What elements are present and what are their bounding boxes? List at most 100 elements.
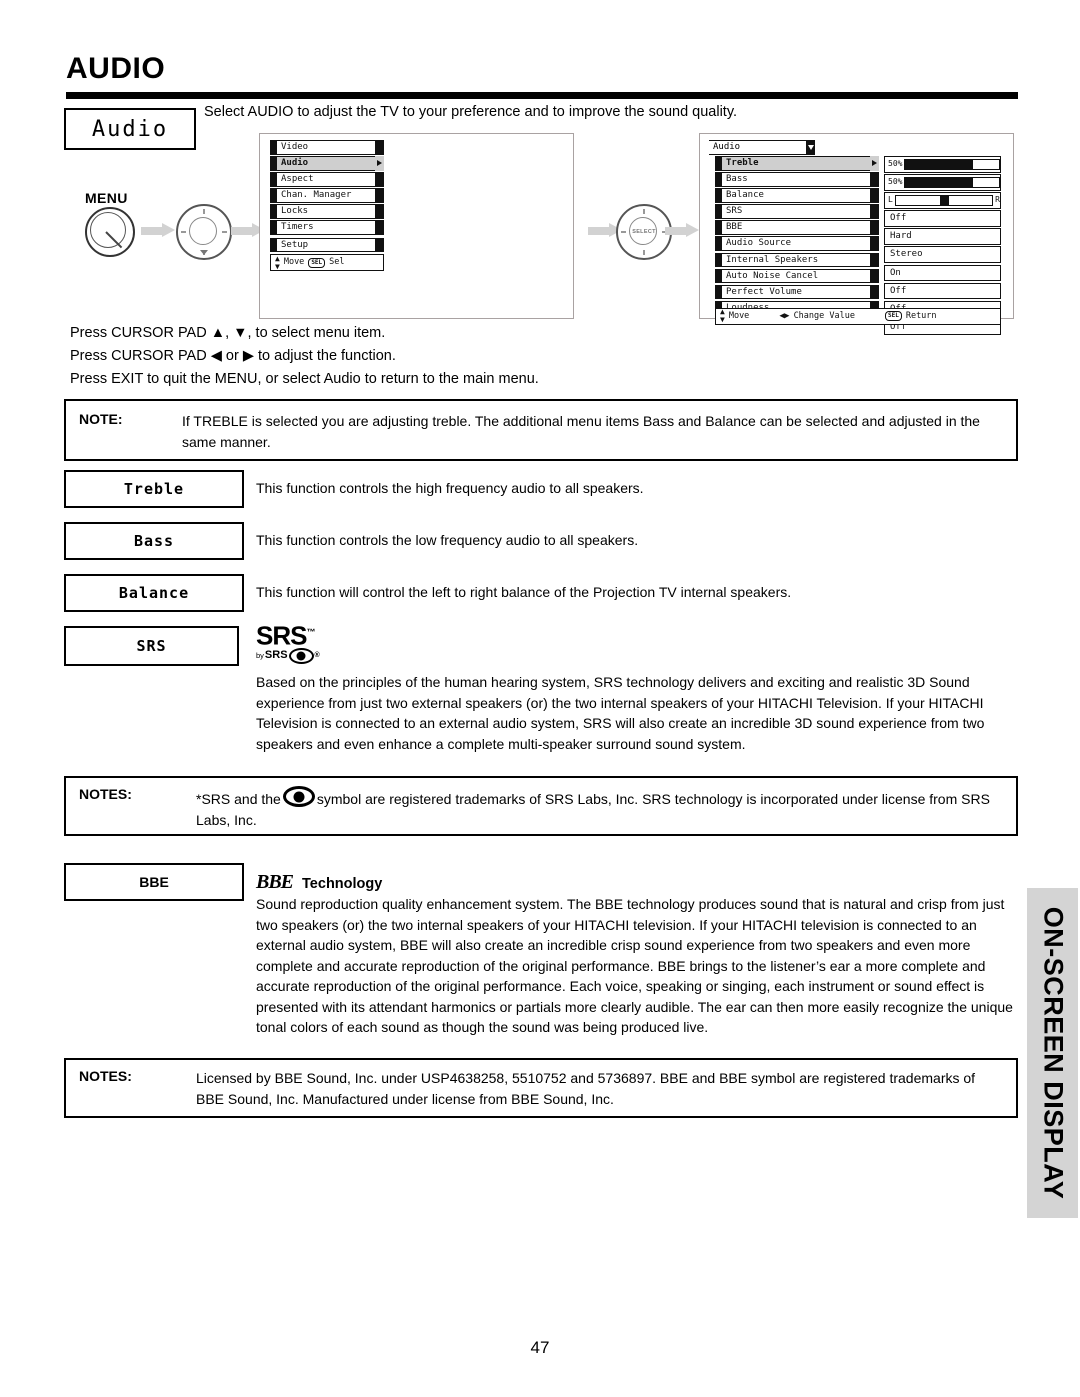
value-internal-speakers[interactable]: On (884, 264, 1001, 282)
audio-row-treble[interactable]: Treble (715, 156, 879, 171)
menu-item-label: Locks (277, 204, 375, 219)
value-bass-percent: 50% (888, 177, 903, 187)
value-treble[interactable]: 50% (884, 156, 1001, 173)
feature-box-label: BBE (139, 874, 169, 890)
menu-item-label: Video (277, 140, 375, 155)
manual-page: AUDIO Audio Select AUDIO to adjust the T… (0, 0, 1080, 1397)
feature-box-bbe: BBE (64, 863, 244, 901)
value-bbe[interactable]: Hard (884, 228, 1001, 245)
select-label: SELECT (632, 229, 656, 235)
note-text-part1: *SRS and the (196, 791, 281, 807)
updown-icon: ▲ ▼ (275, 253, 280, 271)
instructions-block: Press CURSOR PAD ▲, ▼, to select menu it… (70, 322, 539, 391)
srs-logo-sub: by SRS ® (256, 647, 346, 664)
audio-row-bass[interactable]: Bass (715, 172, 879, 187)
audio-tag-label: Audio (91, 116, 169, 142)
chevron-right-icon (375, 156, 384, 171)
menu-item-label: Audio (277, 156, 375, 171)
menu-item-aspect[interactable]: Aspect (270, 172, 384, 187)
srs-logo-sup: ® (314, 652, 320, 660)
menu-knob-inner (90, 212, 126, 248)
audio-row-perfect-volume[interactable]: Perfect Volume (715, 284, 879, 300)
audio-menu-rows: Treble Bass Balance SRS BBE Audio Source… (715, 156, 879, 317)
balance-right-label: R (995, 195, 1000, 205)
audio-menu-header[interactable]: Audio (709, 140, 815, 155)
chevron-right-icon (870, 156, 879, 171)
audio-row-label: Auto Noise Cancel (722, 268, 870, 284)
audio-row-audio-source[interactable]: Audio Source (715, 236, 879, 251)
menu-item-timers[interactable]: Timers (270, 220, 384, 235)
sel-chip: SEL (308, 257, 326, 268)
note-box-bbe: NOTES: Licensed by BBE Sound, Inc. under… (64, 1058, 1018, 1118)
bbe-logo: BBE (256, 871, 294, 893)
balance-left-label: L (888, 195, 893, 205)
value-bass[interactable]: 50% (884, 174, 1001, 191)
menu-item-chan-manager[interactable]: Chan. Manager (270, 188, 384, 203)
menu-item-setup[interactable]: Setup (270, 237, 384, 253)
feature-box-srs: SRS (64, 626, 239, 666)
feature-box-bass: Bass (64, 522, 244, 560)
audio-tag-box: Audio (64, 108, 196, 150)
flow-arrow-1 (141, 223, 177, 237)
side-tab-label: ON-SCREEN DISPLAY (1038, 906, 1068, 1200)
menu-item-audio[interactable]: Audio (270, 156, 384, 171)
note-text-part2: symbol are registered trademarks of SRS … (196, 791, 990, 828)
audio-row-bbe[interactable]: BBE (715, 220, 879, 235)
page-title: AUDIO (66, 52, 166, 85)
audio-row-internal-speakers[interactable]: Internal Speakers (715, 252, 879, 268)
audio-row-label: SRS (722, 204, 870, 219)
updown-icon: ▲ ▼ (720, 307, 725, 325)
feature-box-treble: Treble (64, 470, 244, 508)
feature-desc-treble: This function controls the high frequenc… (256, 480, 644, 496)
srs-circle-icon (288, 647, 314, 664)
treble-meter[interactable] (904, 158, 1000, 170)
note-text: Licensed by BBE Sound, Inc. under USP463… (196, 1070, 976, 1107)
feature-box-label: SRS (136, 637, 167, 655)
menu-knob-icon (85, 207, 135, 257)
footer-change-label: Change Value (793, 310, 855, 321)
audio-row-label: Balance (722, 188, 870, 203)
value-audio-source[interactable]: Stereo (884, 246, 1001, 263)
value-srs[interactable]: Off (884, 210, 1001, 227)
balance-meter[interactable] (894, 194, 994, 206)
chevron-down-icon (806, 140, 815, 155)
audio-row-auto-noise-cancel[interactable]: Auto Noise Cancel (715, 268, 879, 284)
instruction-line-1: Press CURSOR PAD ▲, ▼, to select menu it… (70, 325, 386, 341)
bbe-heading: Technology (302, 876, 383, 892)
srs-logo-main: SRS™ (256, 620, 315, 651)
audio-row-srs[interactable]: SRS (715, 204, 879, 219)
menu-item-video[interactable]: Video (270, 140, 384, 155)
intro-text: Select AUDIO to adjust the TV to your pr… (204, 104, 738, 120)
bass-meter[interactable] (904, 176, 1000, 188)
audio-row-label: Bass (722, 172, 870, 187)
value-auto-noise-cancel[interactable]: Off (884, 282, 1001, 300)
audio-row-label: BBE (722, 220, 870, 235)
menu-button-label: MENU (85, 190, 128, 206)
footer-sel-label: Sel (329, 257, 345, 268)
note-text: If TREBLE is selected you are adjusting … (182, 413, 980, 450)
audio-row-balance[interactable]: Balance (715, 188, 879, 203)
srs-logo-subtext: SRS (264, 649, 288, 662)
note-box-treble: NOTE: If TREBLE is selected you are adju… (64, 399, 1018, 461)
audio-row-label: Internal Speakers (722, 252, 870, 268)
note-label: NOTE: (79, 411, 123, 427)
value-balance[interactable]: L R (884, 192, 1001, 209)
note-label: NOTES: (79, 1068, 132, 1084)
srs-logo-text: SRS (256, 620, 307, 651)
instruction-line-3: Press EXIT to quit the MENU, or select A… (70, 371, 539, 387)
value-treble-percent: 50% (888, 159, 903, 168)
menu-item-locks[interactable]: Locks (270, 204, 384, 219)
title-rule (66, 92, 1018, 99)
menu-item-label: Chan. Manager (277, 188, 375, 203)
srs-logo-by: by (256, 651, 264, 661)
audio-row-label: Treble (722, 156, 870, 171)
audio-menu-footer: ▲ ▼ Move ◀▶ Change Value SEL Return (715, 308, 1001, 325)
audio-menu-header-label: Audio (709, 140, 806, 155)
footer-move-label: Move (728, 310, 750, 321)
menu-item-label: Timers (277, 220, 375, 235)
sel-chip: SEL (884, 311, 902, 322)
instruction-line-2: Press CURSOR PAD ◀ or ▶ to adjust the fu… (70, 348, 396, 364)
audio-row-label: Perfect Volume (722, 284, 870, 300)
note-box-srs: NOTES: *SRS and the symbol are registered… (64, 776, 1018, 836)
bbe-body-text: Sound reproduction quality enhancement s… (256, 896, 1013, 1035)
